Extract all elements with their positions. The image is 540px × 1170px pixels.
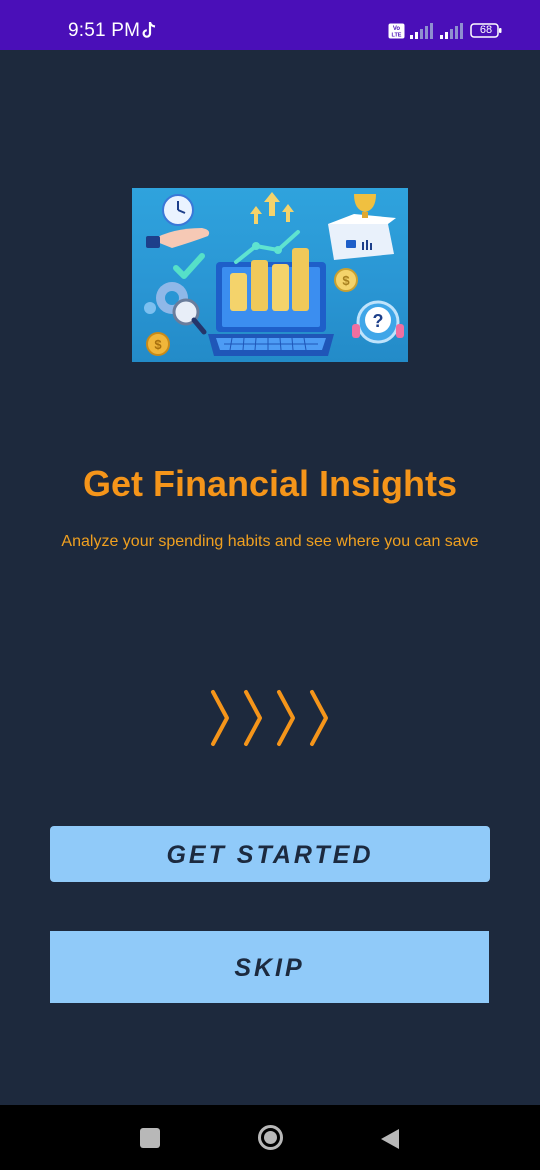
svg-text:$: $ bbox=[342, 273, 350, 288]
back-icon[interactable] bbox=[379, 1127, 401, 1151]
skip-button[interactable]: SKIP bbox=[50, 931, 489, 1003]
get-started-button[interactable]: GET STARTED bbox=[50, 826, 490, 882]
recents-icon[interactable] bbox=[140, 1128, 160, 1148]
chevrons-icon bbox=[211, 690, 328, 746]
battery-level: 68 bbox=[479, 24, 493, 36]
home-icon[interactable] bbox=[257, 1124, 284, 1151]
status-time: 9:51 PM bbox=[68, 20, 141, 41]
signal-icon bbox=[440, 23, 463, 39]
status-bar: 9:51 PM Vo LTE 68 bbox=[0, 0, 540, 50]
page-subtitle: Analyze your spending habits and see whe… bbox=[61, 533, 479, 550]
signal-icon bbox=[410, 23, 433, 39]
financial-insights-illustration: $ $ ? bbox=[132, 188, 408, 362]
svg-text:$: $ bbox=[154, 337, 162, 352]
volte-icon: Vo LTE bbox=[388, 23, 405, 39]
page-title: Get Financial Insights bbox=[82, 463, 458, 504]
navigation-bar bbox=[0, 1105, 540, 1170]
svg-text:LTE: LTE bbox=[392, 33, 402, 39]
svg-text:Vo: Vo bbox=[393, 26, 401, 32]
tiktok-icon bbox=[142, 22, 156, 38]
svg-text:?: ? bbox=[373, 311, 384, 331]
